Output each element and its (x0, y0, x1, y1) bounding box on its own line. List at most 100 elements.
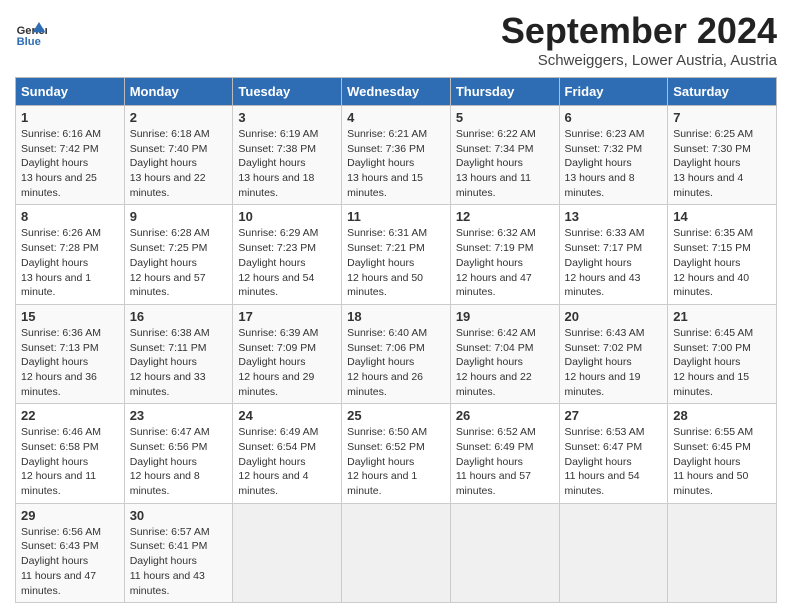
calendar-day-header: Sunday (16, 78, 125, 106)
day-number: 17 (238, 309, 336, 324)
calendar-day-cell: 26 Sunrise: 6:52 AM Sunset: 6:49 PM Dayl… (450, 404, 559, 503)
day-info: Sunrise: 6:39 AM Sunset: 7:09 PM Dayligh… (238, 326, 336, 399)
calendar-day-cell: 2 Sunrise: 6:18 AM Sunset: 7:40 PM Dayli… (124, 106, 233, 205)
day-info: Sunrise: 6:32 AM Sunset: 7:19 PM Dayligh… (456, 226, 554, 299)
day-info: Sunrise: 6:19 AM Sunset: 7:38 PM Dayligh… (238, 127, 336, 200)
day-number: 6 (565, 110, 663, 125)
day-info: Sunrise: 6:52 AM Sunset: 6:49 PM Dayligh… (456, 425, 554, 498)
calendar-week-row: 1 Sunrise: 6:16 AM Sunset: 7:42 PM Dayli… (16, 106, 777, 205)
calendar-day-cell: 11 Sunrise: 6:31 AM Sunset: 7:21 PM Dayl… (342, 205, 451, 304)
calendar-day-cell: 16 Sunrise: 6:38 AM Sunset: 7:11 PM Dayl… (124, 304, 233, 403)
day-number: 1 (21, 110, 119, 125)
calendar-day-cell: 20 Sunrise: 6:43 AM Sunset: 7:02 PM Dayl… (559, 304, 668, 403)
calendar-day-cell (233, 503, 342, 602)
calendar-day-cell: 21 Sunrise: 6:45 AM Sunset: 7:00 PM Dayl… (668, 304, 777, 403)
day-number: 22 (21, 408, 119, 423)
month-title: September 2024 (501, 10, 777, 52)
calendar-day-cell: 28 Sunrise: 6:55 AM Sunset: 6:45 PM Dayl… (668, 404, 777, 503)
day-number: 4 (347, 110, 445, 125)
calendar-day-header: Wednesday (342, 78, 451, 106)
calendar-day-cell: 29 Sunrise: 6:56 AM Sunset: 6:43 PM Dayl… (16, 503, 125, 602)
day-number: 11 (347, 209, 445, 224)
day-number: 13 (565, 209, 663, 224)
day-info: Sunrise: 6:49 AM Sunset: 6:54 PM Dayligh… (238, 425, 336, 498)
svg-text:Blue: Blue (17, 36, 41, 48)
calendar-day-header: Thursday (450, 78, 559, 106)
calendar-day-cell: 12 Sunrise: 6:32 AM Sunset: 7:19 PM Dayl… (450, 205, 559, 304)
day-info: Sunrise: 6:55 AM Sunset: 6:45 PM Dayligh… (673, 425, 771, 498)
day-info: Sunrise: 6:42 AM Sunset: 7:04 PM Dayligh… (456, 326, 554, 399)
calendar-week-row: 8 Sunrise: 6:26 AM Sunset: 7:28 PM Dayli… (16, 205, 777, 304)
day-info: Sunrise: 6:38 AM Sunset: 7:11 PM Dayligh… (130, 326, 228, 399)
day-info: Sunrise: 6:18 AM Sunset: 7:40 PM Dayligh… (130, 127, 228, 200)
day-number: 9 (130, 209, 228, 224)
day-number: 30 (130, 508, 228, 523)
day-info: Sunrise: 6:21 AM Sunset: 7:36 PM Dayligh… (347, 127, 445, 200)
day-info: Sunrise: 6:46 AM Sunset: 6:58 PM Dayligh… (21, 425, 119, 498)
day-info: Sunrise: 6:22 AM Sunset: 7:34 PM Dayligh… (456, 127, 554, 200)
calendar-day-cell: 25 Sunrise: 6:50 AM Sunset: 6:52 PM Dayl… (342, 404, 451, 503)
calendar-day-cell: 9 Sunrise: 6:28 AM Sunset: 7:25 PM Dayli… (124, 205, 233, 304)
day-info: Sunrise: 6:56 AM Sunset: 6:43 PM Dayligh… (21, 525, 119, 598)
day-info: Sunrise: 6:25 AM Sunset: 7:30 PM Dayligh… (673, 127, 771, 200)
calendar-day-cell: 24 Sunrise: 6:49 AM Sunset: 6:54 PM Dayl… (233, 404, 342, 503)
day-info: Sunrise: 6:47 AM Sunset: 6:56 PM Dayligh… (130, 425, 228, 498)
day-number: 15 (21, 309, 119, 324)
calendar-day-cell: 1 Sunrise: 6:16 AM Sunset: 7:42 PM Dayli… (16, 106, 125, 205)
day-number: 29 (21, 508, 119, 523)
day-number: 8 (21, 209, 119, 224)
calendar-day-cell: 7 Sunrise: 6:25 AM Sunset: 7:30 PM Dayli… (668, 106, 777, 205)
day-number: 14 (673, 209, 771, 224)
day-info: Sunrise: 6:33 AM Sunset: 7:17 PM Dayligh… (565, 226, 663, 299)
day-number: 20 (565, 309, 663, 324)
calendar-day-cell (450, 503, 559, 602)
day-info: Sunrise: 6:26 AM Sunset: 7:28 PM Dayligh… (21, 226, 119, 299)
day-info: Sunrise: 6:40 AM Sunset: 7:06 PM Dayligh… (347, 326, 445, 399)
day-number: 19 (456, 309, 554, 324)
calendar-day-cell: 8 Sunrise: 6:26 AM Sunset: 7:28 PM Dayli… (16, 205, 125, 304)
day-info: Sunrise: 6:45 AM Sunset: 7:00 PM Dayligh… (673, 326, 771, 399)
calendar-day-cell: 14 Sunrise: 6:35 AM Sunset: 7:15 PM Dayl… (668, 205, 777, 304)
calendar-day-cell: 15 Sunrise: 6:36 AM Sunset: 7:13 PM Dayl… (16, 304, 125, 403)
calendar-week-row: 22 Sunrise: 6:46 AM Sunset: 6:58 PM Dayl… (16, 404, 777, 503)
calendar-day-cell (559, 503, 668, 602)
calendar-day-cell: 10 Sunrise: 6:29 AM Sunset: 7:23 PM Dayl… (233, 205, 342, 304)
calendar-day-cell: 6 Sunrise: 6:23 AM Sunset: 7:32 PM Dayli… (559, 106, 668, 205)
calendar-day-cell: 18 Sunrise: 6:40 AM Sunset: 7:06 PM Dayl… (342, 304, 451, 403)
calendar-day-header: Friday (559, 78, 668, 106)
calendar-day-header: Saturday (668, 78, 777, 106)
calendar-day-cell: 5 Sunrise: 6:22 AM Sunset: 7:34 PM Dayli… (450, 106, 559, 205)
logo: General Blue (15, 18, 47, 50)
calendar-header-row: SundayMondayTuesdayWednesdayThursdayFrid… (16, 78, 777, 106)
day-number: 24 (238, 408, 336, 423)
calendar-day-header: Monday (124, 78, 233, 106)
calendar-week-row: 29 Sunrise: 6:56 AM Sunset: 6:43 PM Dayl… (16, 503, 777, 602)
day-info: Sunrise: 6:57 AM Sunset: 6:41 PM Dayligh… (130, 525, 228, 598)
day-number: 16 (130, 309, 228, 324)
calendar-day-cell: 22 Sunrise: 6:46 AM Sunset: 6:58 PM Dayl… (16, 404, 125, 503)
day-number: 5 (456, 110, 554, 125)
calendar-day-cell: 3 Sunrise: 6:19 AM Sunset: 7:38 PM Dayli… (233, 106, 342, 205)
day-number: 25 (347, 408, 445, 423)
day-number: 23 (130, 408, 228, 423)
day-number: 26 (456, 408, 554, 423)
calendar-body: 1 Sunrise: 6:16 AM Sunset: 7:42 PM Dayli… (16, 106, 777, 603)
calendar-day-cell: 23 Sunrise: 6:47 AM Sunset: 6:56 PM Dayl… (124, 404, 233, 503)
calendar-week-row: 15 Sunrise: 6:36 AM Sunset: 7:13 PM Dayl… (16, 304, 777, 403)
day-number: 18 (347, 309, 445, 324)
calendar-day-cell: 4 Sunrise: 6:21 AM Sunset: 7:36 PM Dayli… (342, 106, 451, 205)
calendar-day-cell: 17 Sunrise: 6:39 AM Sunset: 7:09 PM Dayl… (233, 304, 342, 403)
day-info: Sunrise: 6:23 AM Sunset: 7:32 PM Dayligh… (565, 127, 663, 200)
calendar-day-header: Tuesday (233, 78, 342, 106)
day-number: 28 (673, 408, 771, 423)
day-info: Sunrise: 6:31 AM Sunset: 7:21 PM Dayligh… (347, 226, 445, 299)
day-info: Sunrise: 6:29 AM Sunset: 7:23 PM Dayligh… (238, 226, 336, 299)
day-info: Sunrise: 6:43 AM Sunset: 7:02 PM Dayligh… (565, 326, 663, 399)
logo-icon: General Blue (15, 18, 47, 50)
day-number: 7 (673, 110, 771, 125)
calendar-day-cell: 27 Sunrise: 6:53 AM Sunset: 6:47 PM Dayl… (559, 404, 668, 503)
day-info: Sunrise: 6:53 AM Sunset: 6:47 PM Dayligh… (565, 425, 663, 498)
day-number: 3 (238, 110, 336, 125)
day-number: 21 (673, 309, 771, 324)
day-info: Sunrise: 6:50 AM Sunset: 6:52 PM Dayligh… (347, 425, 445, 498)
